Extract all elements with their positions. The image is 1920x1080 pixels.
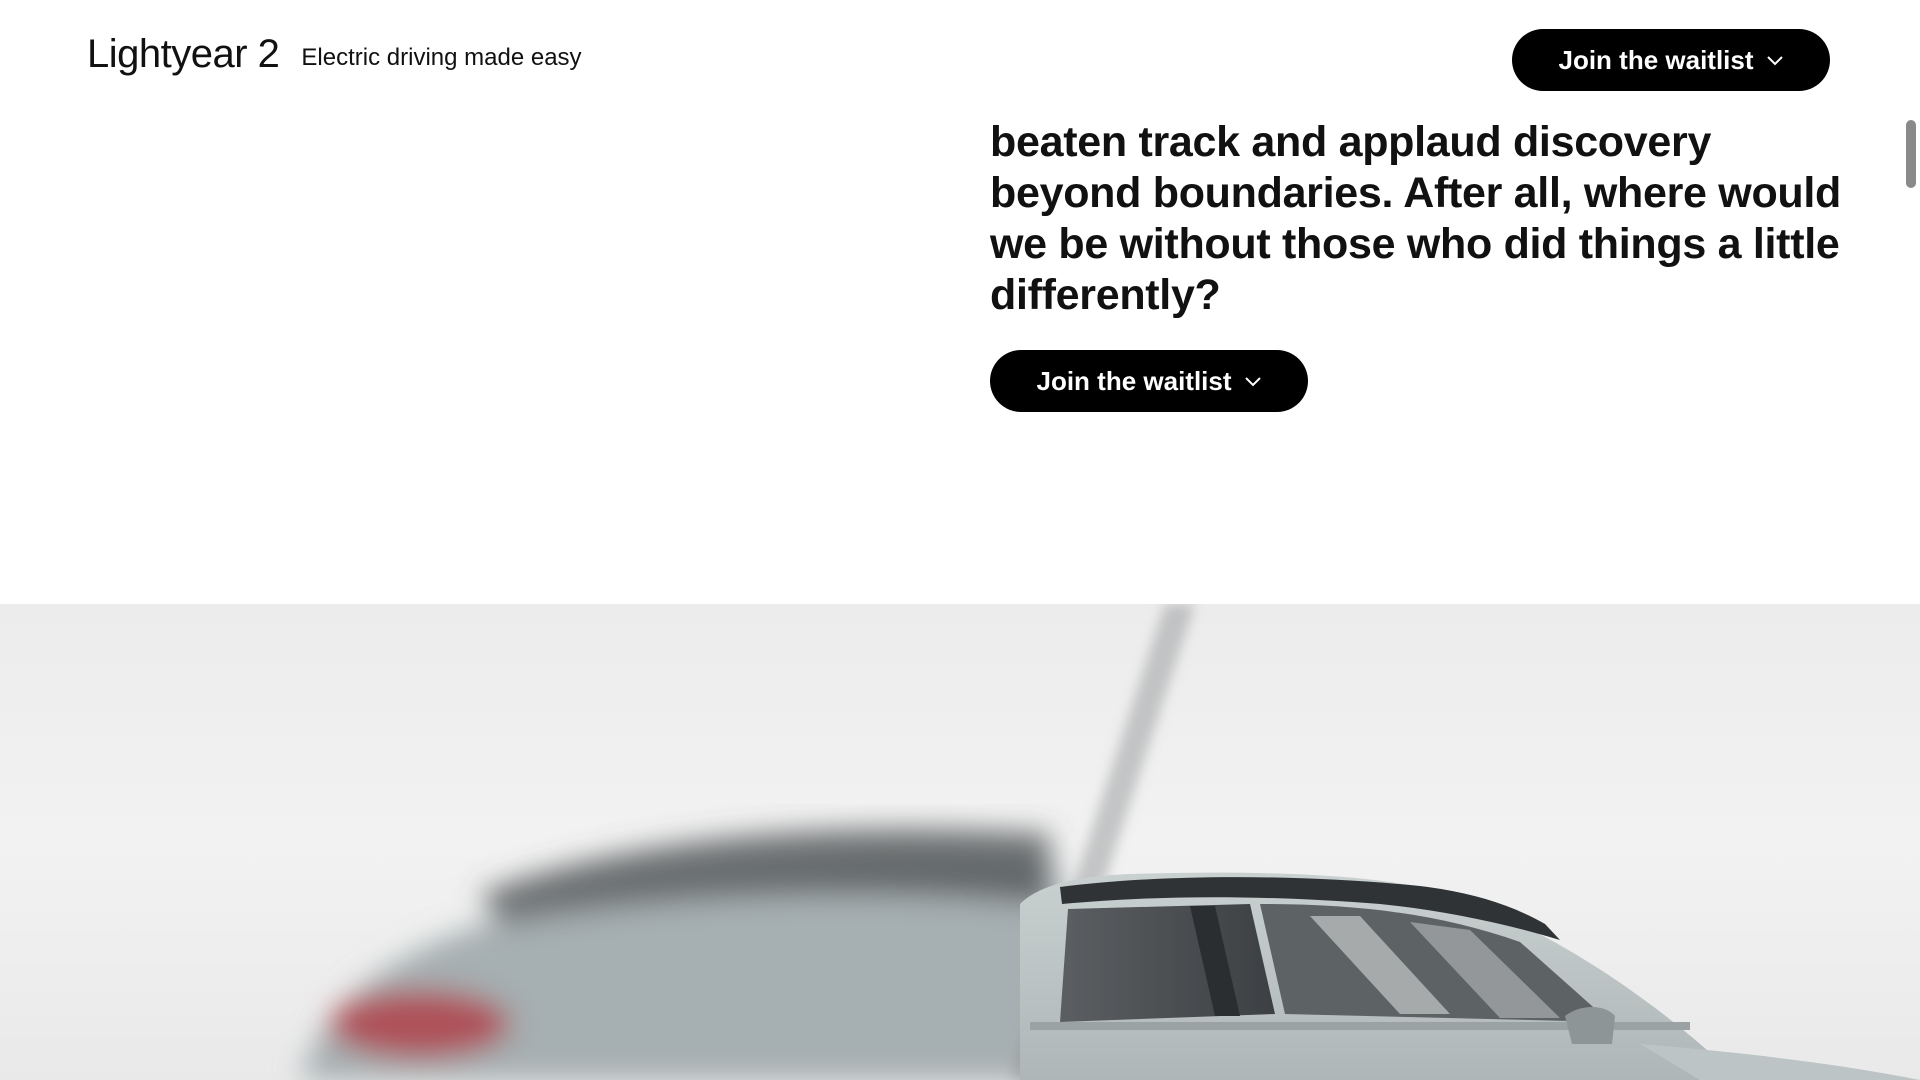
site-header: Lightyear 2 Electric driving made easy J… — [0, 0, 1920, 120]
intro-paragraph: beaten track and applaud discovery beyon… — [990, 118, 1841, 319]
car-illustration — [300, 604, 1920, 1080]
header-join-waitlist-button[interactable]: Join the waitlist — [1512, 29, 1830, 91]
header-join-waitlist-label: Join the waitlist — [1558, 44, 1754, 75]
brand[interactable]: Lightyear 2 Electric driving made easy — [87, 32, 582, 77]
brand-tagline: Electric driving made easy — [301, 44, 582, 71]
chevron-down-icon — [1244, 377, 1261, 387]
hero-car-image — [0, 604, 1920, 1080]
page-scrollbar[interactable] — [1906, 120, 1916, 188]
brand-logo[interactable]: Lightyear 2 — [87, 32, 280, 77]
join-waitlist-label: Join the waitlist — [1036, 365, 1232, 396]
join-waitlist-button[interactable]: Join the waitlist — [990, 350, 1308, 412]
chevron-down-icon — [1766, 56, 1783, 66]
